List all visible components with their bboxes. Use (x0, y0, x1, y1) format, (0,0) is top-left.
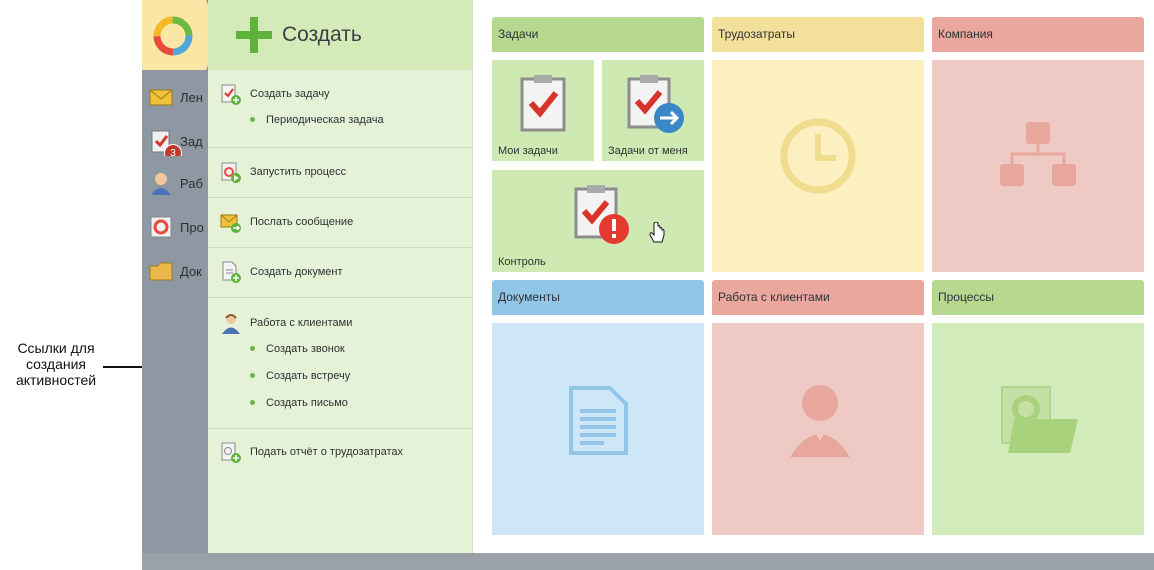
send-message-label: Послать сообщение (250, 216, 354, 228)
clients-tile-header[interactable]: Работа с клиентами (712, 280, 924, 315)
sidebar-item-documents[interactable]: Док (148, 256, 208, 286)
company-tile-header[interactable]: Компания (932, 17, 1144, 52)
timesheet-report-label: Подать отчёт о трудозатратах (250, 446, 403, 458)
my-tasks-label: Мои задачи (498, 145, 558, 157)
sidebar-item-tasks[interactable]: Зад 3 (148, 126, 208, 156)
clipboard-alert-icon (574, 185, 629, 244)
tasks-tile-header[interactable]: Задачи (492, 17, 704, 52)
sidebar-item-label: Про (180, 219, 204, 235)
periodic-task-label: Периодическая задача (266, 113, 384, 126)
annotation-line-1: Ссылки для (17, 340, 95, 356)
client-icon (222, 314, 240, 334)
bullet-icon (250, 373, 255, 378)
process-folder-icon (1001, 386, 1078, 453)
client-work-link[interactable]: Работа с клиентами (220, 311, 472, 335)
create-task-label: Создать задачу (250, 88, 330, 100)
plus-icon (236, 17, 272, 53)
sidebar-item-processes[interactable]: Про (148, 212, 208, 242)
sidebar-item-label: Зад (180, 133, 203, 149)
documents-tile-header[interactable]: Документы (492, 280, 704, 315)
sidebar-item-feed[interactable]: Лен (148, 82, 208, 112)
control-label: Контроль (498, 256, 546, 268)
clients-tile-title: Работа с клиентами (718, 290, 830, 304)
bullet-icon (250, 400, 255, 405)
org-chart-icon (1000, 122, 1076, 186)
timesheet-report-link[interactable]: Подать отчёт о трудозатратах (220, 440, 472, 464)
start-process-section: Запустить процесс (208, 148, 472, 198)
company-tile[interactable] (932, 60, 1144, 272)
process-start-icon (221, 162, 241, 183)
task-count-badge: 3 (164, 144, 182, 156)
start-process-label: Запустить процесс (250, 166, 347, 178)
documents-tile-title: Документы (498, 290, 560, 304)
create-letter-link[interactable]: Создать письмо (220, 389, 472, 416)
sidebar-item-work[interactable]: Раб (148, 168, 208, 198)
create-header[interactable]: Создать (208, 0, 472, 70)
company-tile-title: Компания (938, 27, 993, 41)
create-call-link[interactable]: Создать звонок (220, 335, 472, 362)
person-icon (151, 173, 171, 195)
person-headset-icon (790, 385, 850, 457)
sidebar-item-label: Раб (180, 175, 203, 191)
document-add-icon (222, 261, 241, 283)
sidebar-item-label: Лен (180, 89, 203, 105)
create-meeting-label: Создать встречу (266, 369, 351, 382)
bottom-strip (142, 553, 1154, 570)
annotation-line-2: создания (26, 356, 86, 372)
my-tasks-tile[interactable]: Мои задачи (492, 60, 594, 161)
client-work-label: Работа с клиентами (250, 317, 353, 329)
app-logo-icon[interactable] (150, 13, 196, 59)
create-document-link[interactable]: Создать документ (220, 260, 472, 284)
tasks-from-me-tile[interactable]: Задачи от меня (602, 60, 704, 161)
annotation-line-3: активностей (15, 372, 97, 388)
annotation-text: Ссылки для создания активностей (0, 340, 112, 388)
clock-icon (780, 118, 856, 194)
control-tile[interactable]: Контроль (492, 170, 704, 272)
sidebar-item-label: Док (180, 263, 202, 279)
client-work-section: Работа с клиентами Создать звонок Создат… (208, 298, 472, 429)
processes-tile[interactable] (932, 323, 1144, 535)
create-meeting-link[interactable]: Создать встречу (220, 362, 472, 389)
create-document-section: Создать документ (208, 248, 472, 298)
tasks-from-me-label: Задачи от меня (608, 145, 688, 157)
send-message-link[interactable]: Послать сообщение (220, 210, 472, 234)
task-add-icon (221, 84, 241, 105)
create-document-label: Создать документ (250, 266, 343, 278)
clipboard-check-icon (520, 75, 566, 132)
create-call-label: Создать звонок (266, 342, 345, 355)
tasks-tile-title: Задачи (498, 27, 539, 41)
create-letter-label: Создать письмо (266, 396, 348, 409)
start-process-link[interactable]: Запустить процесс (220, 160, 472, 184)
create-title: Создать (282, 23, 362, 46)
bullet-icon (250, 346, 255, 351)
hand-cursor-icon (649, 222, 665, 243)
bullet-icon (250, 117, 255, 122)
timesheet-add-icon (221, 442, 241, 463)
processes-tile-header[interactable]: Процессы (932, 280, 1144, 315)
labor-tile-header[interactable]: Трудозатраты (712, 17, 924, 52)
send-message-section: Послать сообщение (208, 198, 472, 248)
create-task-section: Создать задачу Периодическая задача (208, 70, 472, 148)
labor-tile[interactable] (712, 60, 924, 272)
clipboard-forward-icon (627, 75, 684, 133)
labor-tile-title: Трудозатраты (718, 27, 795, 41)
create-panel: Создать Создать задачу Периодическая зад… (208, 0, 473, 553)
clients-tile[interactable] (712, 323, 924, 535)
documents-tile[interactable] (492, 323, 704, 535)
message-send-icon (220, 214, 241, 233)
document-icon (569, 386, 628, 455)
processes-tile-title: Процессы (938, 290, 995, 304)
folder-icon (149, 262, 173, 281)
create-task-link[interactable]: Создать задачу (220, 82, 472, 106)
process-icon (150, 216, 172, 238)
screen: Ссылки для создания активностей Лен Зад … (0, 0, 1154, 570)
timesheet-section: Подать отчёт о трудозатратах (208, 429, 472, 464)
envelope-icon (149, 89, 173, 106)
periodic-task-link[interactable]: Периодическая задача (220, 106, 472, 133)
